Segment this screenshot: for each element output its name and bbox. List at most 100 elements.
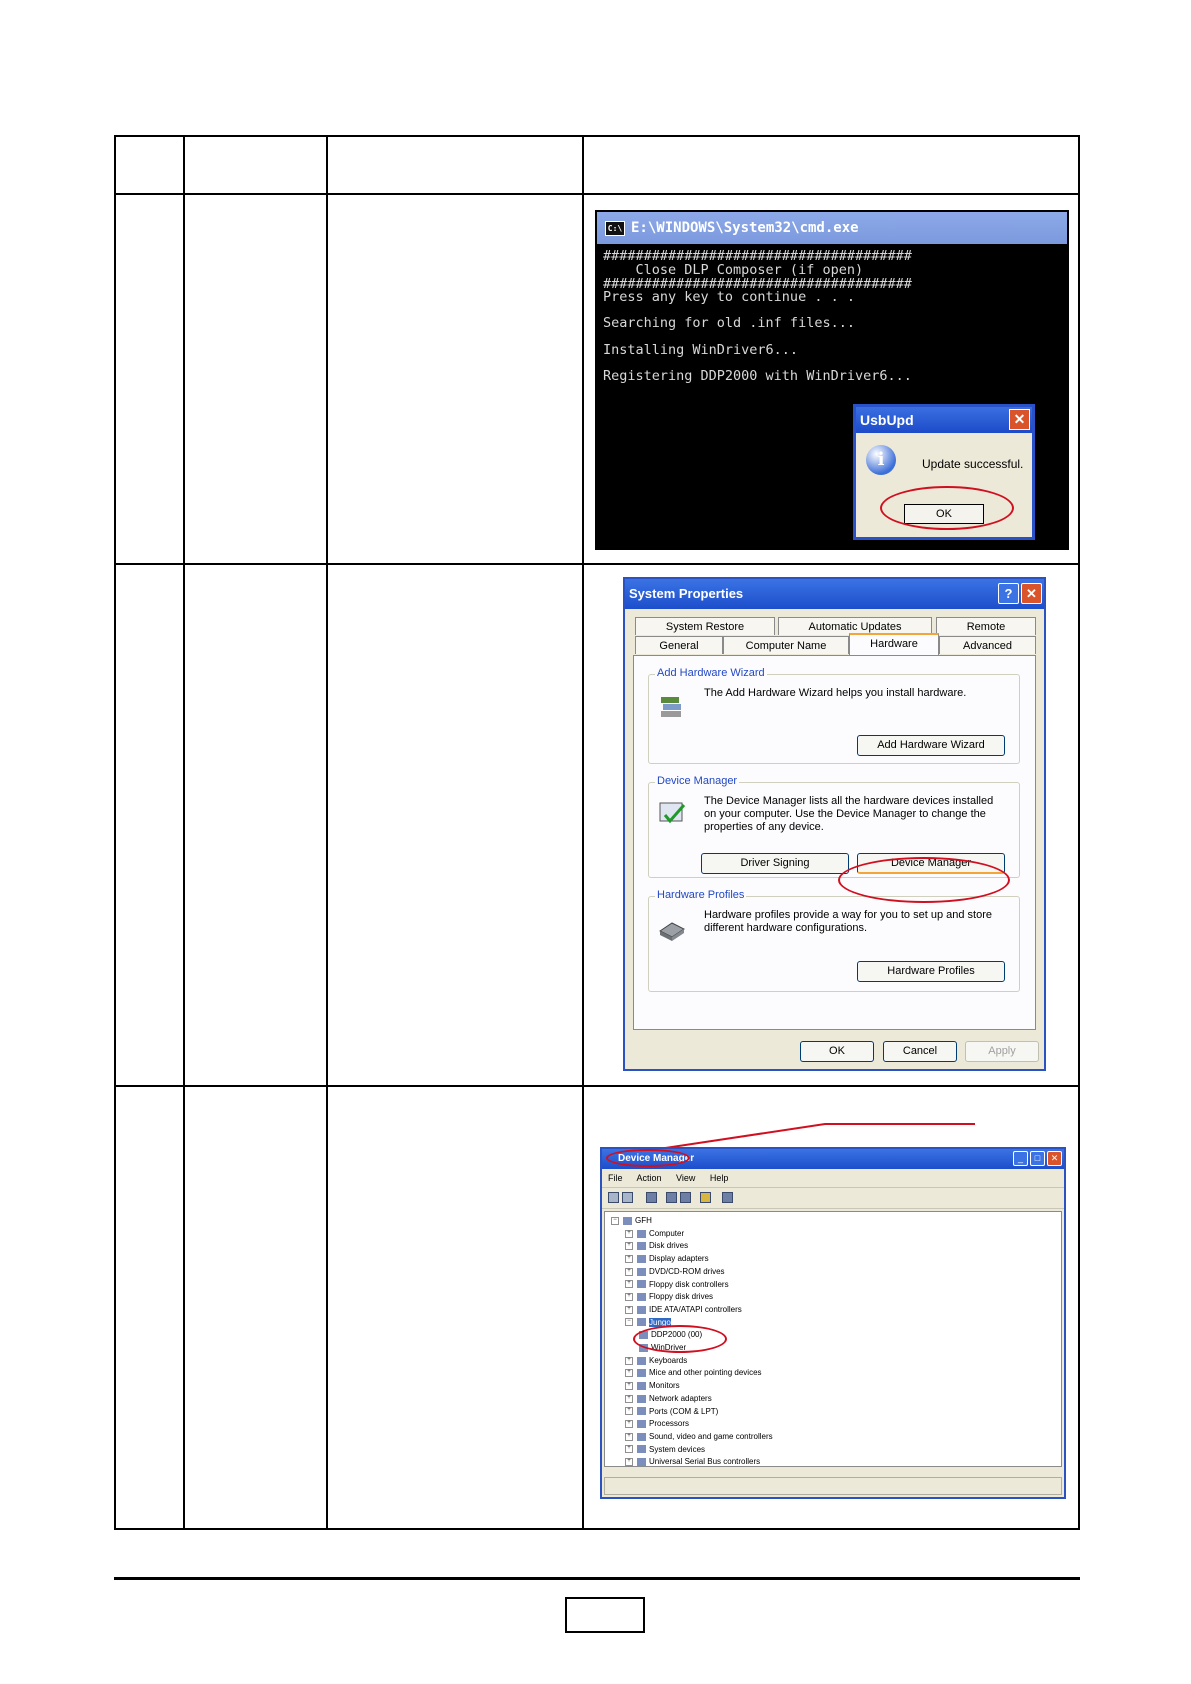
highlight-device-manager-ellipse <box>838 857 1010 903</box>
tree-item-label: GFH <box>635 1216 652 1225</box>
driver-signing-button[interactable]: Driver Signing <box>701 853 849 874</box>
tree-item[interactable]: + Sound, video and game controllers <box>625 1432 773 1442</box>
forward-icon[interactable] <box>622 1192 633 1203</box>
add-hardware-icon <box>661 697 681 717</box>
expand-icon[interactable]: + <box>625 1432 633 1441</box>
expand-icon[interactable]: + <box>625 1280 633 1289</box>
device-icon <box>637 1458 646 1467</box>
tab-system-restore[interactable]: System Restore <box>635 617 775 635</box>
device-icon <box>637 1356 646 1365</box>
cmd-title-bar: C:\ E:\WINDOWS\System32\cmd.exe <box>597 212 1067 244</box>
tab-advanced[interactable]: Advanced <box>939 636 1036 654</box>
tree-item[interactable]: + Floppy disk drives <box>625 1292 713 1302</box>
device-manager-toolbar <box>602 1187 1064 1209</box>
expand-icon[interactable]: + <box>625 1305 633 1314</box>
back-icon[interactable] <box>608 1192 619 1203</box>
tree-item[interactable]: + Display adapters <box>625 1254 709 1264</box>
device-icon <box>637 1254 646 1263</box>
properties-icon[interactable] <box>666 1192 677 1203</box>
device-manager-menu[interactable]: File Action View Help <box>608 1173 728 1183</box>
footer-rule <box>114 1577 1080 1580</box>
tree-item-label: Sound, video and game controllers <box>649 1431 773 1441</box>
device-icon <box>637 1280 646 1289</box>
tab-remote[interactable]: Remote <box>936 617 1036 635</box>
expand-icon[interactable]: + <box>625 1420 633 1429</box>
tree-item-label: Disk drives <box>649 1241 689 1251</box>
expand-icon[interactable]: + <box>625 1407 633 1416</box>
tree-item[interactable]: + System devices <box>625 1445 705 1455</box>
help-icon[interactable] <box>700 1192 711 1203</box>
cmd-line: Registering DDP2000 with WinDriver6... <box>603 368 912 384</box>
expand-icon[interactable]: + <box>625 1293 633 1302</box>
close-icon[interactable]: ✕ <box>1009 409 1030 430</box>
tab-computer-name[interactable]: Computer Name <box>723 636 849 654</box>
column-divider-3 <box>582 137 584 1528</box>
add-hardware-group: Add Hardware Wizard The Add Hardware Wiz… <box>648 667 1020 764</box>
close-icon[interactable]: ✕ <box>1047 1151 1062 1166</box>
expand-icon[interactable]: + <box>625 1381 633 1390</box>
device-icon <box>623 1216 632 1225</box>
expand-icon[interactable]: + <box>625 1458 633 1467</box>
tree-item-label: Universal Serial Bus controllers <box>649 1457 761 1467</box>
tree-item[interactable]: + Disk drives <box>625 1241 688 1251</box>
tree-item[interactable]: + Computer <box>625 1229 684 1239</box>
ok-button[interactable]: OK <box>800 1041 874 1062</box>
tree-item[interactable]: + Floppy disk controllers <box>625 1280 729 1290</box>
tree-item[interactable]: + Mice and other pointing devices <box>625 1368 762 1378</box>
tree-item-label: Monitors <box>649 1381 680 1391</box>
system-properties-title: System Properties <box>629 586 744 601</box>
expand-icon[interactable]: + <box>625 1356 633 1365</box>
tree-item-label: Display adapters <box>649 1254 709 1264</box>
expand-icon[interactable]: + <box>625 1254 633 1263</box>
tree-item[interactable]: + Processors <box>625 1419 689 1429</box>
scan-hardware-icon[interactable] <box>722 1192 733 1203</box>
expand-icon[interactable]: + <box>625 1229 633 1238</box>
maximize-icon[interactable]: □ <box>1030 1151 1045 1166</box>
tree-item-label: Processors <box>649 1419 690 1429</box>
console-tree-icon[interactable] <box>646 1192 657 1203</box>
add-hardware-wizard-button[interactable]: Add Hardware Wizard <box>857 735 1005 756</box>
collapse-icon[interactable]: − <box>625 1318 633 1327</box>
tree-item-label: Keyboards <box>649 1355 688 1365</box>
collapse-icon[interactable]: − <box>611 1216 619 1225</box>
tree-item[interactable]: + Keyboards <box>625 1356 687 1366</box>
help-icon[interactable]: ? <box>998 583 1019 604</box>
cancel-button[interactable]: Cancel <box>883 1041 957 1062</box>
hardware-tab-panel: Add Hardware Wizard The Add Hardware Wiz… <box>633 655 1036 1030</box>
tree-item[interactable]: + Ports (COM & LPT) <box>625 1407 718 1417</box>
tree-item[interactable]: + Monitors <box>625 1381 680 1391</box>
row-divider-1 <box>116 563 1078 565</box>
tab-general[interactable]: General <box>635 636 723 654</box>
highlight-ok-ellipse <box>880 486 1014 530</box>
print-icon[interactable] <box>680 1192 691 1203</box>
expand-icon[interactable]: + <box>625 1267 633 1276</box>
tree-item-label: Network adapters <box>649 1393 712 1403</box>
expand-icon[interactable]: + <box>625 1369 633 1378</box>
device-icon <box>637 1420 646 1429</box>
page-number-box <box>565 1597 645 1633</box>
tab-hardware[interactable]: Hardware <box>849 633 939 655</box>
expand-icon[interactable]: + <box>625 1394 633 1403</box>
device-icon <box>637 1381 646 1390</box>
tree-item[interactable]: + Universal Serial Bus controllers <box>625 1457 760 1467</box>
tree-item[interactable]: + IDE ATA/ATAPI controllers <box>625 1305 742 1315</box>
hardware-profiles-button[interactable]: Hardware Profiles <box>857 961 1005 982</box>
add-hardware-label: Add Hardware Wizard <box>655 667 767 679</box>
device-icon <box>637 1293 646 1302</box>
hardware-profiles-label: Hardware Profiles <box>655 889 747 901</box>
apply-button[interactable]: Apply <box>965 1041 1039 1062</box>
tree-item[interactable]: + Network adapters <box>625 1394 712 1404</box>
hardware-profiles-text: Hardware profiles provide a way for you … <box>704 909 992 934</box>
tree-item[interactable]: − GFH <box>611 1216 652 1226</box>
system-properties-window: System Properties ? ✕ System Restore Aut… <box>623 577 1046 1071</box>
expand-icon[interactable]: + <box>625 1445 633 1454</box>
device-icon <box>637 1445 646 1454</box>
tree-item[interactable]: + DVD/CD-ROM drives <box>625 1267 725 1277</box>
device-icon <box>637 1432 646 1441</box>
status-bar <box>604 1477 1062 1495</box>
device-icon <box>637 1229 646 1238</box>
header-row-divider <box>116 193 1078 195</box>
expand-icon[interactable]: + <box>625 1242 633 1251</box>
minimize-icon[interactable]: _ <box>1013 1151 1028 1166</box>
close-icon[interactable]: ✕ <box>1021 583 1042 604</box>
